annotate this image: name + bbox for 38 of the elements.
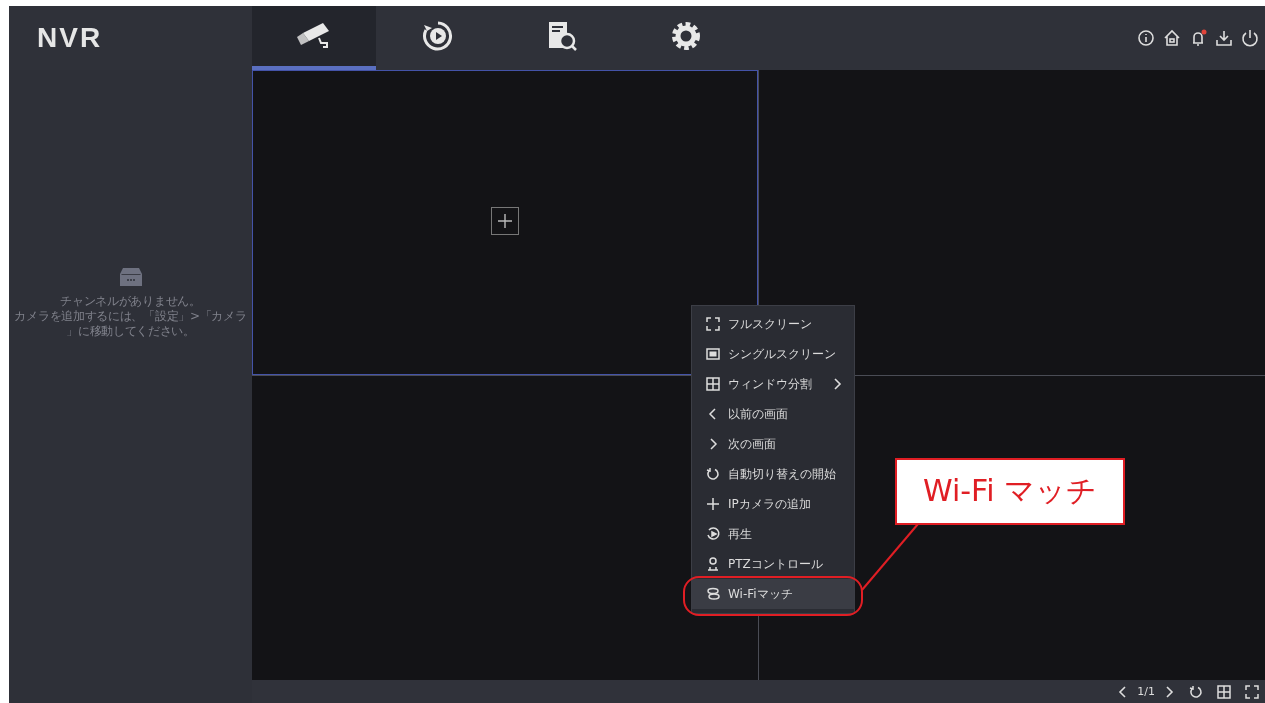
empty-message: 」に移動してください。 — [66, 324, 195, 339]
grid-icon[interactable] — [1217, 684, 1231, 699]
menu-item[interactable]: フルスクリーン — [692, 309, 854, 339]
download-icon[interactable] — [1215, 29, 1233, 47]
menu-item[interactable]: 以前の画面 — [692, 399, 854, 429]
cycle-icon[interactable] — [1189, 684, 1203, 699]
add-icon[interactable] — [491, 207, 519, 236]
settings-icon — [670, 20, 702, 52]
live-tab[interactable] — [252, 6, 376, 70]
power-icon[interactable] — [1241, 29, 1259, 47]
next-icon[interactable] — [1163, 684, 1175, 699]
info-icon[interactable] — [1137, 29, 1155, 47]
empty-message: カメラを追加するには、「設定」>「カメラ — [14, 309, 247, 324]
menu-item[interactable]: シングルスクリーン — [692, 339, 854, 369]
callout-label: Wi-Fi マッチ — [895, 458, 1125, 525]
menu-item[interactable]: 次の画面 — [692, 429, 854, 459]
menu-item[interactable]: Wi-Fiマッチ — [692, 579, 854, 609]
person-icon — [706, 557, 720, 571]
empty-message: チャンネルがありません。 — [60, 294, 201, 309]
menu-item[interactable]: IPカメラの追加 — [692, 489, 854, 519]
page-indicator: 1/1 — [1137, 685, 1155, 698]
menu-item[interactable]: 自動切り替えの開始 — [692, 459, 854, 489]
grid-icon — [706, 377, 720, 391]
fullscreen-icon[interactable] — [1245, 684, 1259, 699]
menu-item[interactable]: ウィンドウ分割 — [692, 369, 854, 399]
menu-item[interactable]: 再生 — [692, 519, 854, 549]
fullscreen-icon — [706, 317, 720, 331]
square-icon — [706, 347, 720, 361]
cycle-icon — [706, 467, 720, 481]
playback-icon — [706, 527, 720, 541]
leader-line — [860, 522, 920, 592]
logo: NVR — [36, 22, 104, 54]
device-icon — [119, 268, 142, 286]
plus-icon — [706, 497, 720, 511]
playback-icon — [422, 20, 454, 52]
home-icon[interactable] — [1163, 29, 1181, 47]
menu-item[interactable]: PTZコントロール — [692, 549, 854, 579]
file-search-icon — [546, 20, 578, 52]
